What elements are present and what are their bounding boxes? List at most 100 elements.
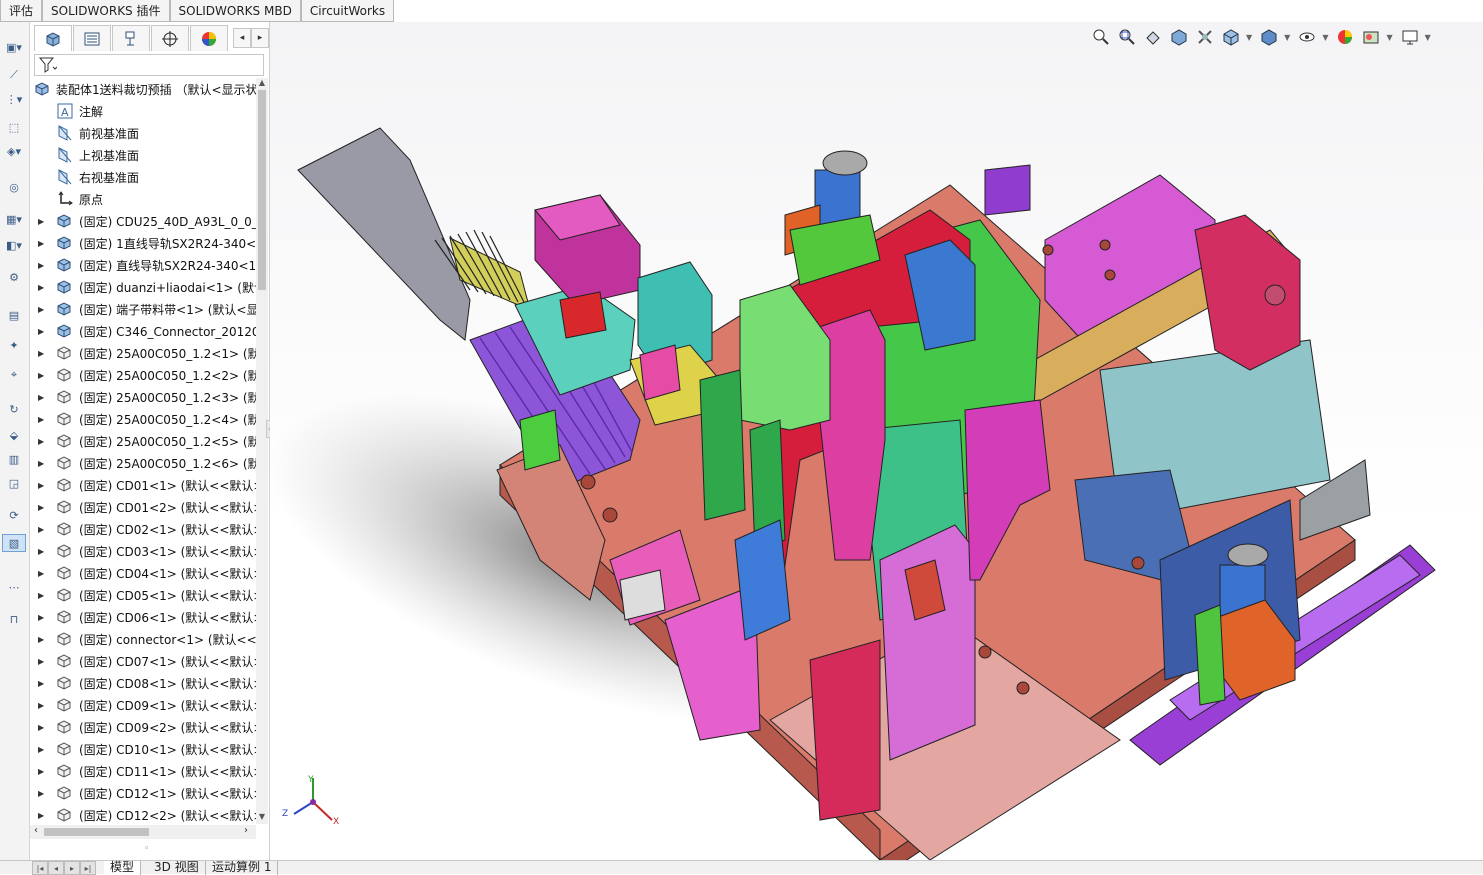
component-row[interactable]: ▶ (固定) CD11<1> (默认<<默认>: [30, 760, 256, 782]
expand-arrow-icon[interactable]: ▶: [38, 613, 46, 622]
large-assembly-icon[interactable]: ◲: [2, 474, 26, 492]
tab-evaluate[interactable]: 评估: [0, 0, 43, 22]
graphics-area[interactable]: ▼ ▼ ▼ ▼ ▼ Y X Z: [270, 22, 1483, 860]
expand-arrow-icon[interactable]: ▶: [38, 327, 46, 336]
component-row[interactable]: ▶ (固定) C346_Connector_201204: [30, 320, 256, 342]
component-row[interactable]: ▶ (固定) CD09<2> (默认<<默认>: [30, 716, 256, 738]
interference-icon[interactable]: ⟳: [2, 506, 26, 524]
tab-motion-study[interactable]: 运动算例 1: [206, 861, 279, 875]
tree-item-origin[interactable]: 原点: [30, 188, 256, 210]
tree-horizontal-scrollbar[interactable]: ‹ ›: [30, 825, 256, 839]
tree-vertical-scrollbar[interactable]: ▲ ▼: [256, 78, 268, 824]
next-tab-icon[interactable]: ▸: [64, 861, 80, 875]
expand-arrow-icon[interactable]: ▶: [38, 811, 46, 820]
tree-item-top-plane[interactable]: 上视基准面: [30, 144, 256, 166]
extra-tool-2-icon[interactable]: ⊓: [2, 610, 26, 628]
component-row[interactable]: ▶ (固定) CD06<1> (默认<<默认>: [30, 606, 256, 628]
tab-property-manager[interactable]: [73, 25, 111, 51]
component-row[interactable]: ▶ (固定) CD12<2> (默认<<默认>: [30, 804, 256, 824]
scroll-down-icon[interactable]: ▼: [256, 812, 268, 824]
component-row[interactable]: ▶ (固定) 25A00C050_1.2<2> (默认: [30, 364, 256, 386]
last-tab-icon[interactable]: ▸|: [80, 861, 96, 875]
expand-arrow-icon[interactable]: ▶: [38, 393, 46, 402]
exploded-view-icon[interactable]: ✦: [2, 336, 26, 354]
component-row[interactable]: ▶ (固定) CD08<1> (默认<<默认>: [30, 672, 256, 694]
new-motion-study-icon[interactable]: ⚙: [2, 268, 26, 286]
expand-arrow-icon[interactable]: ▶: [38, 217, 46, 226]
tab-dimxpert-manager[interactable]: [151, 25, 189, 51]
expand-arrow-icon[interactable]: ▶: [38, 679, 46, 688]
tab-solidworks-mbd[interactable]: SOLIDWORKS MBD: [169, 0, 301, 22]
expand-arrow-icon[interactable]: ▶: [38, 635, 46, 644]
expand-arrow-icon[interactable]: ▶: [38, 239, 46, 248]
expand-arrow-icon[interactable]: ▶: [38, 701, 46, 710]
expand-arrow-icon[interactable]: ▶: [38, 569, 46, 578]
hscroll-thumb[interactable]: [44, 828, 149, 836]
show-hidden-icon[interactable]: ◎: [2, 178, 26, 196]
tree-item-front-plane[interactable]: 前视基准面: [30, 122, 256, 144]
expand-arrow-icon[interactable]: ▶: [38, 283, 46, 292]
expand-arrow-icon[interactable]: ▶: [38, 657, 46, 666]
extra-tool-icon[interactable]: ⋯: [2, 578, 26, 596]
expand-arrow-icon[interactable]: ▶: [38, 459, 46, 468]
reference-geometry-icon[interactable]: ◧▾: [2, 236, 26, 254]
component-row[interactable]: ▶ (固定) 25A00C050_1.2<6> (默认: [30, 452, 256, 474]
component-row[interactable]: ▶ (固定) 25A00C050_1.2<4> (默认: [30, 408, 256, 430]
move-component-icon[interactable]: ◈▾: [2, 142, 26, 160]
update-icon[interactable]: ↻: [2, 400, 26, 418]
tab-display-manager[interactable]: [190, 25, 228, 51]
expand-arrow-icon[interactable]: ▶: [38, 371, 46, 380]
assembly-features-icon[interactable]: ▦▾: [2, 210, 26, 228]
tabs-scroll-right-icon[interactable]: ▸: [251, 28, 269, 48]
component-row[interactable]: ▶ (固定) CD01<1> (默认<<默认>: [30, 474, 256, 496]
component-row[interactable]: ▶ (固定) 直线导轨SX2R24-340<1>: [30, 254, 256, 276]
component-row[interactable]: ▶ (固定) CD04<1> (默认<<默认>: [30, 562, 256, 584]
speedpak-icon[interactable]: ⬙: [2, 426, 26, 444]
assembly-model[interactable]: [270, 22, 1483, 860]
expand-arrow-icon[interactable]: ▶: [38, 591, 46, 600]
tabs-scroll-left-icon[interactable]: ◂: [233, 28, 251, 48]
selected-tool-icon[interactable]: ▧: [2, 534, 26, 552]
component-row[interactable]: ▶ (固定) 25A00C050_1.2<1> (默认: [30, 342, 256, 364]
scroll-up-icon[interactable]: ▲: [256, 78, 268, 90]
component-row[interactable]: ▶ (固定) 25A00C050_1.2<5> (默认: [30, 430, 256, 452]
first-tab-icon[interactable]: |◂: [32, 861, 48, 875]
component-row[interactable]: ▶ (固定) CD12<1> (默认<<默认>: [30, 782, 256, 804]
expand-arrow-icon[interactable]: ▶: [38, 789, 46, 798]
resize-grip-icon[interactable]: ◦: [144, 844, 149, 854]
prev-tab-icon[interactable]: ◂: [48, 861, 64, 875]
snapshot-icon[interactable]: ▥: [2, 450, 26, 468]
component-row[interactable]: ▶ (固定) duanzi+liaodai<1> (默认: [30, 276, 256, 298]
component-pattern-icon[interactable]: ⋮▾: [2, 90, 26, 108]
expand-arrow-icon[interactable]: ▶: [38, 437, 46, 446]
instant-3d-icon[interactable]: ⌖: [2, 366, 26, 384]
expand-arrow-icon[interactable]: ▶: [38, 745, 46, 754]
expand-arrow-icon[interactable]: ▶: [38, 723, 46, 732]
tree-item-right-plane[interactable]: 右视基准面: [30, 166, 256, 188]
component-row[interactable]: ▶ (固定) CD09<1> (默认<<默认>: [30, 694, 256, 716]
tab-configuration-manager[interactable]: [112, 25, 150, 51]
expand-arrow-icon[interactable]: ▶: [38, 547, 46, 556]
assembly-tool-icon[interactable]: ▣▾: [2, 38, 26, 56]
component-row[interactable]: ▶ (固定) CD10<1> (默认<<默认>: [30, 738, 256, 760]
tab-feature-tree[interactable]: [34, 25, 72, 51]
tree-root-assembly[interactable]: 装配体1送料裁切预插 （默认<显示状: [30, 78, 256, 100]
component-row[interactable]: ▶ (固定) CD05<1> (默认<<默认>: [30, 584, 256, 606]
component-row[interactable]: ▶ (固定) connector<1> (默认<<默: [30, 628, 256, 650]
expand-arrow-icon[interactable]: ▶: [38, 261, 46, 270]
expand-arrow-icon[interactable]: ▶: [38, 305, 46, 314]
tree-item-annotations[interactable]: A 注解: [30, 100, 256, 122]
expand-arrow-icon[interactable]: ▶: [38, 525, 46, 534]
component-row[interactable]: ▶ (固定) CD01<2> (默认<<默认>: [30, 496, 256, 518]
tab-model[interactable]: 模型: [104, 861, 142, 875]
expand-arrow-icon[interactable]: ▶: [38, 767, 46, 776]
component-row[interactable]: ▶ (固定) CD03<1> (默认<<默认>: [30, 540, 256, 562]
scroll-left-icon[interactable]: ‹: [30, 825, 42, 839]
expand-arrow-icon[interactable]: ▶: [38, 503, 46, 512]
component-row[interactable]: ▶ (固定) CD02<1> (默认<<默认>: [30, 518, 256, 540]
component-row[interactable]: ▶ (固定) 端子带料带<1> (默认<显: [30, 298, 256, 320]
component-row[interactable]: ▶ (固定) 25A00C050_1.2<3> (默认: [30, 386, 256, 408]
component-row[interactable]: ▶ (固定) 1直线导轨SX2R24-340<1: [30, 232, 256, 254]
expand-arrow-icon[interactable]: ▶: [38, 349, 46, 358]
tree-filter[interactable]: [34, 54, 264, 76]
